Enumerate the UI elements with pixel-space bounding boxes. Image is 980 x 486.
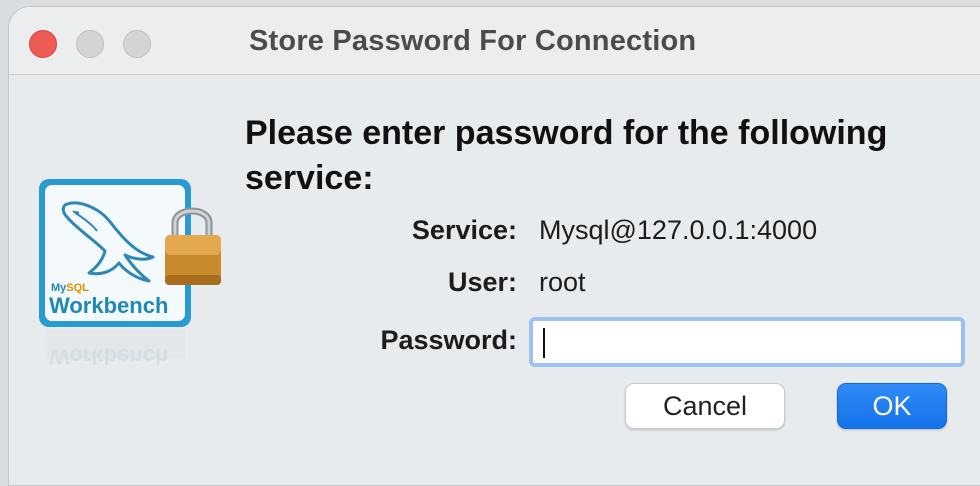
service-value: Mysql@127.0.0.1:4000 — [539, 215, 818, 245]
minimize-window-button[interactable] — [76, 30, 104, 58]
window-title: Store Password For Connection — [249, 25, 697, 57]
user-label: User: — [447, 267, 517, 297]
text-cursor — [543, 328, 545, 358]
svg-text:Workbench: Workbench — [49, 344, 168, 369]
password-field[interactable] — [529, 317, 965, 367]
dialog-window: Store Password For Connection MySQL Work… — [8, 6, 980, 486]
password-label: Password: — [380, 325, 517, 355]
cancel-button[interactable]: Cancel — [625, 383, 785, 429]
close-window-button[interactable] — [29, 30, 57, 58]
user-value: root — [539, 267, 586, 297]
title-bar[interactable]: Store Password For Connection — [9, 7, 980, 75]
ok-button[interactable]: OK — [837, 383, 947, 429]
service-label: Service: — [411, 215, 517, 245]
mysql-workbench-lock-icon: MySQL Workbench Workbench — [37, 177, 237, 377]
dialog-heading: Please enter password for the following … — [245, 114, 888, 197]
workbench-logo-text: Workbench — [49, 293, 168, 318]
zoom-window-button[interactable] — [123, 30, 151, 58]
